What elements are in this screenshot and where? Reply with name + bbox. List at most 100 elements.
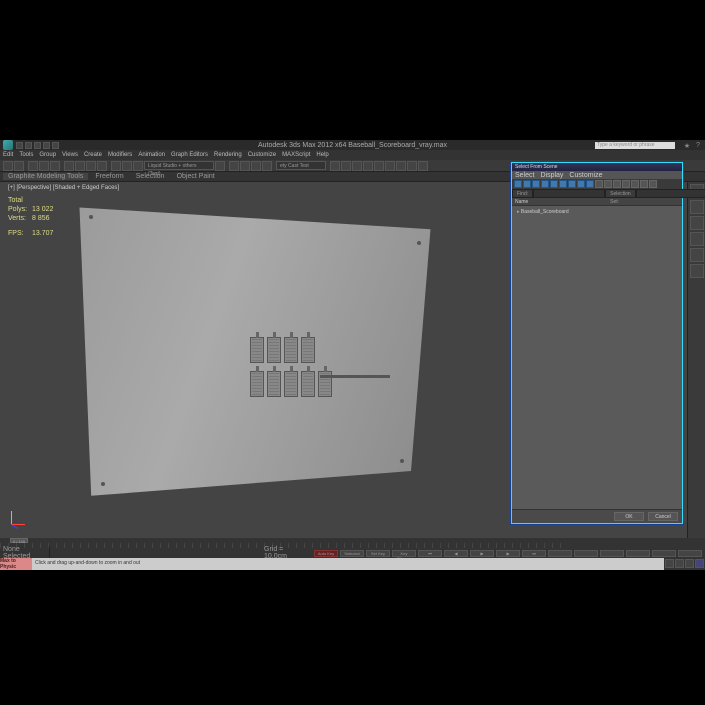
collapse-icon[interactable]	[631, 180, 639, 188]
qat-redo-icon[interactable]	[52, 142, 59, 149]
menu-create[interactable]: Create	[84, 152, 102, 158]
link-icon[interactable]	[28, 161, 38, 171]
autokey-button[interactable]: Auto Key	[314, 550, 338, 557]
setkey-button[interactable]: Set Key	[366, 550, 390, 557]
hierarchy-panel-icon[interactable]	[690, 216, 704, 230]
tab-objectpaint[interactable]: Object Paint	[172, 173, 220, 180]
qat-open-icon[interactable]	[25, 142, 32, 149]
rotate-icon[interactable]	[122, 161, 132, 171]
scale-icon[interactable]	[133, 161, 143, 171]
infocenter-icon[interactable]: ★	[683, 142, 691, 149]
list-item[interactable]: Baseball_Scoreboard	[514, 208, 680, 216]
orbit-icon[interactable]	[652, 550, 676, 557]
qat-save-icon[interactable]	[34, 142, 41, 149]
menu-rendering[interactable]: Rendering	[214, 152, 242, 158]
mirror-icon[interactable]	[330, 161, 340, 171]
filter-spacewarps-icon[interactable]	[559, 180, 567, 188]
display-none-icon[interactable]	[604, 180, 612, 188]
redo-icon[interactable]	[14, 161, 24, 171]
display-panel-icon[interactable]	[690, 248, 704, 262]
filter-cameras-icon[interactable]	[541, 180, 549, 188]
render-frame-icon[interactable]	[407, 161, 417, 171]
menu-maxscript[interactable]: MAXScript	[282, 152, 310, 158]
ok-button[interactable]: OK	[614, 512, 644, 521]
qat-new-icon[interactable]	[16, 142, 23, 149]
display-children-icon[interactable]	[640, 180, 648, 188]
menu-modifiers[interactable]: Modifiers	[108, 152, 132, 158]
selset-combo[interactable]	[636, 189, 705, 198]
expand-icon[interactable]	[622, 180, 630, 188]
pan-icon[interactable]	[548, 550, 572, 557]
filter-helpers-icon[interactable]	[550, 180, 558, 188]
goto-end-icon[interactable]: ⏭	[522, 550, 546, 557]
prev-frame-icon[interactable]: ◀	[444, 550, 468, 557]
filter-shapes-icon[interactable]	[523, 180, 531, 188]
move-icon[interactable]	[111, 161, 121, 171]
render-icon[interactable]	[418, 161, 428, 171]
motion-panel-icon[interactable]	[690, 232, 704, 246]
undo-icon[interactable]	[3, 161, 13, 171]
maxscript-button[interactable]: Max to Physic	[0, 558, 32, 570]
filter-xrefs-icon[interactable]	[577, 180, 585, 188]
menu-customize[interactable]: Customize	[248, 152, 276, 158]
app-logo-icon[interactable]	[3, 140, 13, 150]
find-input[interactable]	[533, 189, 605, 198]
menu-group[interactable]: Group	[39, 152, 56, 158]
maximize-viewport-icon[interactable]	[678, 550, 702, 557]
select-name-icon[interactable]	[75, 161, 85, 171]
spinner-snap-icon[interactable]	[262, 161, 272, 171]
pivot-icon[interactable]	[215, 161, 225, 171]
cancel-button[interactable]: Cancel	[648, 512, 678, 521]
select-rect-icon[interactable]	[86, 161, 96, 171]
named-sel-combo[interactable]: ety Cast Test	[276, 161, 326, 170]
select-icon[interactable]	[64, 161, 74, 171]
keyfilters-button[interactable]: Key Filters...	[392, 550, 416, 557]
list-header-name[interactable]: Name	[512, 198, 682, 206]
filter-geometry-icon[interactable]	[514, 180, 522, 188]
dlg-menu-display[interactable]: Display	[540, 172, 563, 179]
communication-icon[interactable]	[695, 559, 704, 568]
ref-coord-combo[interactable]: Liquid Studio + others (Test)	[144, 161, 214, 170]
dlg-menu-customize[interactable]: Customize	[569, 172, 602, 179]
display-influences-icon[interactable]	[649, 180, 657, 188]
play-icon[interactable]: ▶	[470, 550, 494, 557]
help-search-input[interactable]: Type a keyword or phrase	[595, 142, 675, 149]
next-frame-icon[interactable]: ▶	[496, 550, 520, 557]
schematic-icon[interactable]	[374, 161, 384, 171]
tab-graphite[interactable]: Graphite Modeling Tools	[3, 173, 88, 180]
tab-freeform[interactable]: Freeform	[90, 173, 128, 180]
layers-icon[interactable]	[352, 161, 362, 171]
modify-panel-icon[interactable]	[690, 200, 704, 214]
goto-start-icon[interactable]: ⏮	[418, 550, 442, 557]
menu-tools[interactable]: Tools	[19, 152, 33, 158]
menu-edit[interactable]: Edit	[3, 152, 13, 158]
object-list[interactable]: Baseball_Scoreboard	[512, 206, 682, 496]
filter-groups-icon[interactable]	[568, 180, 576, 188]
menu-views[interactable]: Views	[62, 152, 78, 158]
unlink-icon[interactable]	[39, 161, 49, 171]
menu-animation[interactable]: Animation	[138, 152, 165, 158]
fov-icon[interactable]	[626, 550, 650, 557]
isolate-icon[interactable]	[675, 559, 684, 568]
filter-bones-icon[interactable]	[586, 180, 594, 188]
display-all-icon[interactable]	[595, 180, 603, 188]
zoom-icon[interactable]	[574, 550, 598, 557]
dialog-title[interactable]: Select From Scene	[512, 163, 682, 171]
material-editor-icon[interactable]	[385, 161, 395, 171]
help-icon[interactable]: ?	[694, 142, 702, 149]
percent-snap-icon[interactable]	[251, 161, 261, 171]
display-invert-icon[interactable]	[613, 180, 621, 188]
curve-editor-icon[interactable]	[363, 161, 373, 171]
time-tag-button[interactable]	[685, 559, 694, 568]
align-icon[interactable]	[341, 161, 351, 171]
window-crossing-icon[interactable]	[97, 161, 107, 171]
qat-undo-icon[interactable]	[43, 142, 50, 149]
tab-selection[interactable]: Selection	[131, 173, 170, 180]
snap-icon[interactable]	[229, 161, 239, 171]
dlg-menu-select[interactable]: Select	[515, 172, 534, 179]
menu-help[interactable]: Help	[316, 152, 328, 158]
menu-grapheditors[interactable]: Graph Editors	[171, 152, 208, 158]
zoom-extents-icon[interactable]	[600, 550, 624, 557]
viewport-label[interactable]: [+] [Perspective] [Shaded + Edged Faces]	[8, 185, 119, 191]
bind-icon[interactable]	[50, 161, 60, 171]
